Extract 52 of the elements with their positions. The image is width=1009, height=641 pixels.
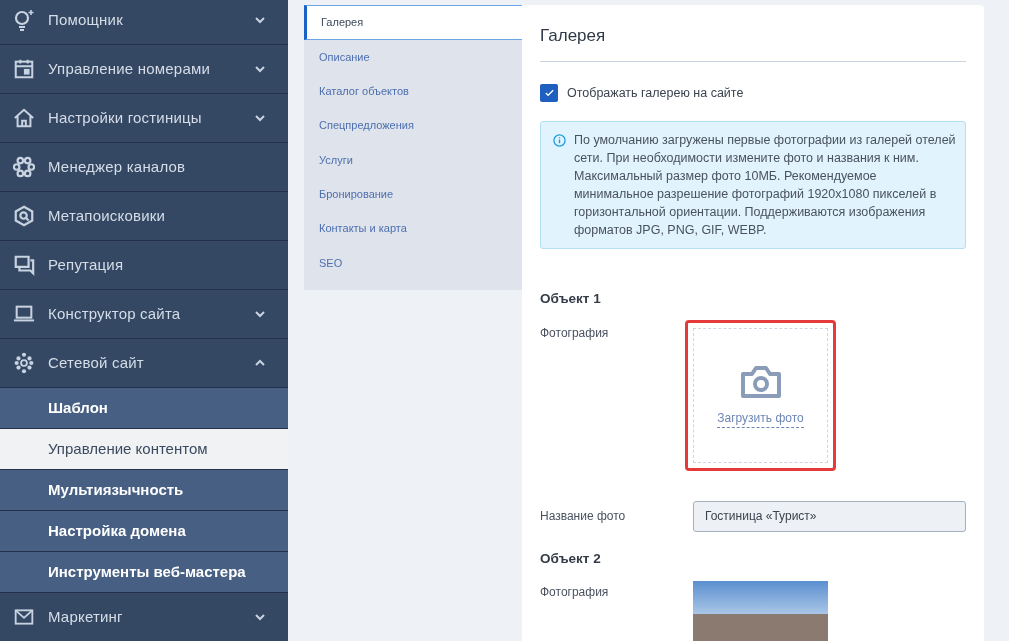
info-text: По умолчанию загружены первые фотографии из галерей отелей сети. При необходимости измените фото и названия к ним. Максимальный размер фото 10МБ. Рекомендуемое минимальное разрешение фотографий 1920x1080 пикселей в горизонтальной ориентации. Поддерживаются изображения форматов JPG, PNG, GIF, WEBP. [574,132,957,240]
checkbox[interactable] [540,83,558,102]
menu-item-label: Помощник [48,9,124,30]
tab[interactable]: Контакты и карта [304,211,522,246]
submenu-item[interactable]: Управление контентом [0,429,288,470]
field-label: Фотография [540,324,610,342]
info-icon [553,134,566,148]
tab[interactable]: Спецпредложения [304,108,522,143]
submenu-item[interactable]: Настройка домена [0,511,288,552]
tab[interactable]: Бронирование [304,177,522,212]
menu-item[interactable]: Метапоисковики [0,192,288,241]
dots-cluster-icon [12,352,36,374]
submenu-item[interactable]: Шаблон [0,388,288,429]
calendar-icon [12,58,36,80]
name-field[interactable]: Гостиница «Турист» [693,500,966,532]
menu-item-label: Репутация [48,254,125,275]
menu-item-label: Конструктор сайта [48,303,182,324]
menu-item[interactable]: Помощник [0,0,288,45]
dots-cluster-icon [12,156,36,178]
menu-item[interactable]: Конструктор сайта [0,290,288,339]
menu-item[interactable]: Управление номерами [0,45,288,94]
menu-item[interactable]: Менеджер каналов [0,143,288,192]
tab[interactable]: Описание [304,40,522,75]
tab[interactable]: Услуги [304,142,522,178]
menu-item[interactable]: Настройки гостиницы [0,94,288,143]
menu-item[interactable]: Маркетинг [0,593,288,641]
house-icon [12,107,36,129]
menu-item-label: Настройки гостиницы [48,107,203,128]
panel-title: Галерея [540,23,966,62]
menu-item-label: Управление номерами [48,58,211,79]
checkbox-label: Отображать галерею на сайте [567,84,744,102]
field-label: Фотография [540,583,610,601]
checkmark-icon [543,87,555,99]
search-hexagon-icon [12,205,36,227]
menu-item[interactable]: Репутация [0,241,288,290]
object-title: Объект 1 [540,290,602,309]
object-title: Объект 2 [540,549,602,568]
tab[interactable]: Галерея [304,5,522,40]
lightbulb-icon [12,8,36,32]
menu-item-label: Маркетинг [48,606,124,627]
chat-bubbles-icon [12,254,36,276]
upload-dropzone[interactable]: Загрузить фото [693,327,828,463]
envelope-icon [12,607,36,627]
submenu-item[interactable]: Инструменты веб-мастера [0,552,288,593]
menu-item-label: Метапоисковики [48,205,167,226]
menu-item-label: Менеджер каналов [48,156,187,177]
tab[interactable]: SEO [304,245,522,281]
upload-link[interactable]: Загрузить фото [717,408,804,428]
submenu-item[interactable]: Мультиязычность [0,470,288,511]
field-label: Название фото [540,508,627,525]
tab[interactable]: Каталог объектов [304,74,522,109]
menu-item-label: Сетевой сайт [48,352,145,373]
